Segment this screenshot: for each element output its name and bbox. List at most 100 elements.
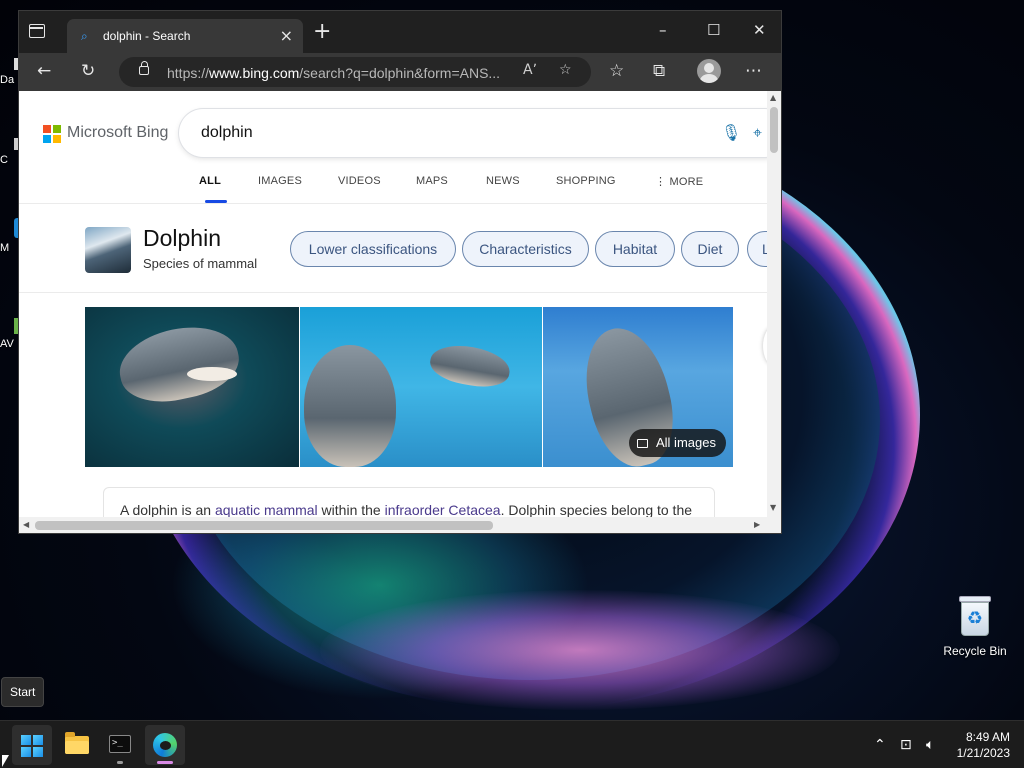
desktop-icon-label: AV: [0, 338, 14, 350]
chip-partial[interactable]: L: [747, 231, 767, 267]
minimize-icon[interactable]: –: [659, 21, 667, 39]
new-tab-button[interactable]: +: [313, 20, 331, 44]
desktop-icon-label: C: [0, 154, 8, 166]
description-text: . Dolphin species belong to the: [500, 502, 693, 517]
search-input[interactable]: dolphin: [201, 124, 253, 142]
tab-actions-frame: [29, 24, 45, 38]
edge-browser-icon: [153, 733, 177, 757]
recycle-bin-label: Recycle Bin: [943, 644, 1007, 658]
vertical-scroll-thumb[interactable]: [770, 107, 778, 153]
scroll-up-icon[interactable]: ▲: [770, 93, 776, 102]
all-images-label: All images: [656, 435, 716, 450]
url-text[interactable]: https://www.bing.com/search?q=dolphin&fo…: [167, 65, 500, 81]
profile-icon[interactable]: [697, 59, 721, 83]
chip-characteristics[interactable]: Characteristics: [462, 231, 589, 267]
divider: [19, 292, 767, 293]
close-icon[interactable]: ✕: [753, 21, 766, 39]
title-bar: ⌕ dolphin - Search × + – ☐ ✕: [19, 11, 781, 53]
add-favorite-icon[interactable]: ☆: [559, 62, 572, 78]
dolphin-figure: [427, 340, 513, 392]
horizontal-scrollbar[interactable]: ◀ ▶: [19, 517, 767, 533]
bing-brand[interactable]: Microsoft Bing: [67, 124, 168, 142]
description-card: A dolphin is an aquatic mammal within th…: [103, 487, 715, 517]
tab-news[interactable]: NEWS: [486, 175, 520, 187]
dolphin-image-2[interactable]: [300, 307, 542, 467]
system-clock[interactable]: 8:49 AM 1/21/2023: [957, 729, 1010, 761]
description-text: within the: [317, 502, 385, 517]
chip-diet[interactable]: Diet: [681, 231, 739, 267]
link-infraorder-cetacea[interactable]: infraorder Cetacea: [385, 502, 501, 517]
scroll-left-icon[interactable]: ◀: [23, 520, 29, 529]
search-icon: ⌕: [81, 29, 88, 43]
edge-browser-window: ⌕ dolphin - Search × + – ☐ ✕ ← ↻ https:/…: [18, 10, 782, 534]
tab-maps[interactable]: MAPS: [416, 175, 448, 187]
browser-tab[interactable]: ⌕ dolphin - Search ×: [67, 19, 303, 53]
file-explorer-button[interactable]: [57, 725, 97, 765]
recycle-bin-desktop-icon[interactable]: ♻ Recycle Bin: [938, 594, 1012, 658]
volume-icon[interactable]: 🔈︎: [926, 721, 934, 768]
microphone-icon[interactable]: 🎙︎: [721, 123, 741, 142]
all-images-button[interactable]: All images: [629, 429, 726, 457]
terminal-button[interactable]: >_: [100, 725, 140, 765]
entity-title[interactable]: Dolphin: [143, 225, 221, 252]
tab-videos[interactable]: VIDEOS: [338, 175, 381, 187]
taskbar: >_ ⌃ ⊡ 🔈︎ 8:49 AM 1/21/2023: [0, 720, 1024, 768]
start-tooltip: Start: [1, 677, 45, 707]
tab-images[interactable]: IMAGES: [258, 175, 302, 187]
url-prefix: https://: [167, 65, 210, 81]
tab-title: dolphin - Search: [103, 29, 191, 43]
chevron-up-icon[interactable]: ⌃: [874, 721, 886, 768]
wallpaper-glow-pink: [320, 590, 840, 710]
description-text: A dolphin is an: [120, 502, 215, 517]
clock-time: 8:49 AM: [965, 730, 1010, 744]
desktop-icon-label: M: [0, 242, 10, 254]
entity-subtitle: Species of mammal: [143, 256, 258, 271]
network-icon[interactable]: ⊡: [900, 721, 912, 768]
search-nav-tabs: ALL IMAGES VIDEOS MAPS NEWS SHOPPING ⋮ M…: [19, 171, 767, 203]
visual-search-icon[interactable]: ⌖: [753, 123, 762, 143]
address-bar[interactable]: https://www.bing.com/search?q=dolphin&fo…: [119, 57, 591, 87]
scroll-right-icon[interactable]: ▶: [754, 520, 760, 529]
dolphin-image-1[interactable]: [85, 307, 299, 467]
mouse-cursor: [2, 755, 9, 767]
close-tab-icon[interactable]: ×: [280, 26, 293, 45]
tab-actions-icon[interactable]: [27, 23, 51, 43]
read-aloud-icon[interactable]: A͏ʼ: [523, 62, 537, 78]
browser-toolbar: ← ↻ https://www.bing.com/search?q=dolphi…: [19, 53, 781, 91]
scroll-down-icon[interactable]: ▼: [770, 503, 776, 512]
file-explorer-icon: [65, 732, 89, 754]
lock-icon[interactable]: [139, 61, 149, 75]
maximize-icon[interactable]: ☐: [707, 21, 720, 39]
microsoft-logo-icon[interactable]: [43, 125, 61, 143]
edge-taskbar-button[interactable]: [145, 725, 185, 765]
favorites-icon[interactable]: ☆: [609, 60, 624, 82]
search-box[interactable]: dolphin 🎙︎ ⌖: [179, 109, 767, 157]
refresh-icon[interactable]: ↻: [81, 60, 95, 82]
start-button[interactable]: [12, 725, 52, 765]
more-icon[interactable]: ⋯: [745, 60, 762, 82]
dolphin-figure: [113, 317, 245, 411]
url-path: /search?q=dolphin&form=ANS...: [299, 65, 501, 81]
back-icon[interactable]: ←: [37, 60, 51, 82]
dolphin-mouth: [187, 367, 237, 381]
entity-description: A dolphin is an aquatic mammal within th…: [120, 502, 692, 517]
clock-date: 1/21/2023: [956, 746, 1010, 760]
chip-habitat[interactable]: Habitat: [595, 231, 675, 267]
dolphin-thumbnail[interactable]: [85, 227, 131, 273]
collections-icon[interactable]: ⧉: [653, 60, 665, 82]
vertical-scrollbar[interactable]: ▲ ▼: [767, 91, 781, 517]
dolphin-figure: [304, 345, 396, 467]
windows-start-icon: [21, 735, 43, 757]
tab-more[interactable]: ⋮ MORE: [655, 175, 703, 188]
chip-lower-classifications[interactable]: Lower classifications: [290, 231, 456, 267]
tab-all[interactable]: ALL: [199, 175, 221, 187]
url-domain: www.bing.com: [209, 65, 300, 81]
scrollbar-corner: [767, 517, 781, 533]
active-indicator: [157, 761, 173, 764]
bing-results-page: Microsoft Bing dolphin 🎙︎ ⌖ ALL IMAGES V…: [19, 91, 767, 517]
link-aquatic-mammal[interactable]: aquatic mammal: [215, 502, 318, 517]
tab-shopping[interactable]: SHOPPING: [556, 175, 616, 187]
recycle-symbol-icon: ♻: [966, 608, 984, 629]
recycle-bin-icon: ♻: [958, 594, 992, 638]
horizontal-scroll-thumb[interactable]: [35, 521, 493, 530]
